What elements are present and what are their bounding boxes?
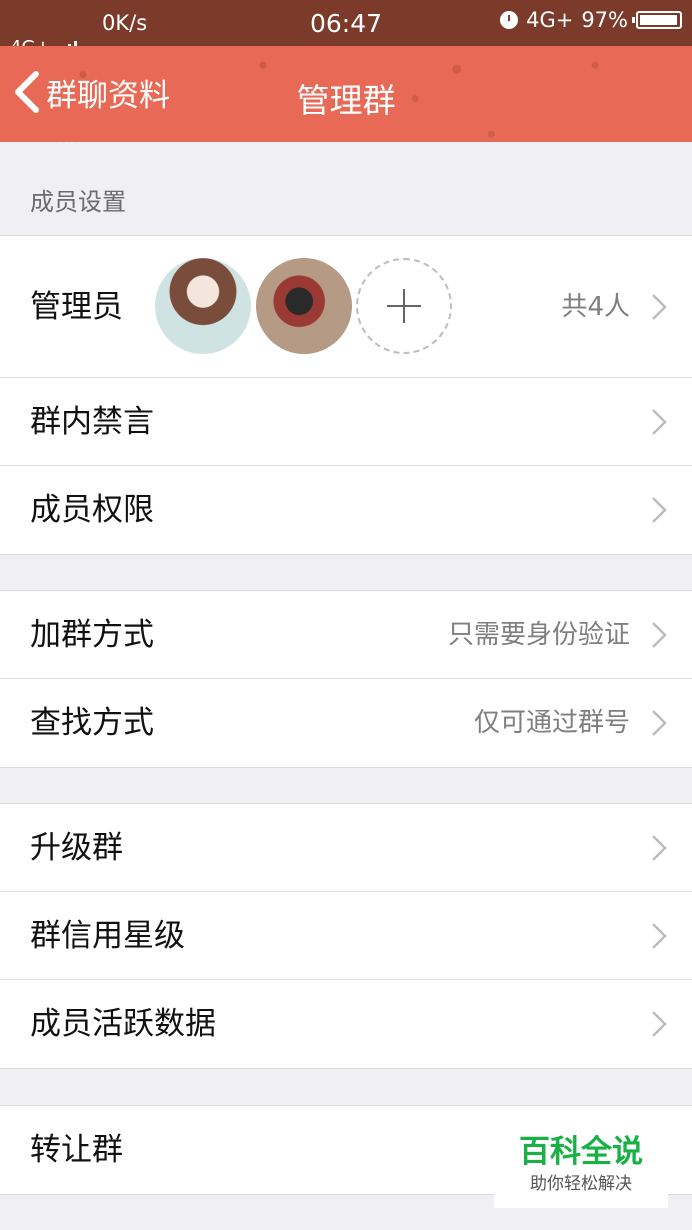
chevron-right-icon: [652, 835, 667, 861]
mute-row[interactable]: 群内禁言: [0, 378, 692, 466]
member-settings-group: 管理员 共4人 群内禁言 成员权限: [0, 235, 692, 555]
alarm-icon: [500, 11, 519, 29]
chevron-right-icon: [652, 622, 667, 648]
search-method-label: 查找方式: [30, 705, 154, 741]
upgrade-group: 升级群 群信用星级 成员活跃数据: [0, 803, 692, 1069]
chevron-right-icon: [652, 923, 667, 949]
admins-count: 共4人: [561, 292, 630, 322]
join-method-value: 只需要身份验证: [447, 620, 630, 650]
search-method-value: 仅可通过群号: [473, 708, 630, 738]
network-type-right: 4G+: [526, 8, 574, 32]
watermark-title: 百科全说: [519, 1134, 643, 1170]
admins-label: 管理员: [30, 289, 123, 325]
page-title: 管理群: [296, 81, 396, 120]
battery-percent: 97%: [581, 8, 628, 32]
credit-row[interactable]: 群信用星级: [0, 892, 692, 980]
battery-icon: [632, 11, 682, 29]
watermark: 百科全说 助你轻松解决: [494, 1130, 668, 1208]
activity-row[interactable]: 成员活跃数据: [0, 980, 692, 1068]
activity-label: 成员活跃数据: [30, 1006, 216, 1042]
join-method-row[interactable]: 加群方式 只需要身份验证: [0, 591, 692, 679]
mute-label: 群内禁言: [30, 404, 154, 440]
watermark-subtitle: 助你轻松解决: [530, 1174, 632, 1194]
chevron-right-icon: [652, 1011, 667, 1037]
join-method-label: 加群方式: [30, 617, 154, 653]
avatar[interactable]: [256, 258, 352, 354]
join-settings-group: 加群方式 只需要身份验证 查找方式 仅可通过群号: [0, 590, 692, 768]
status-bar: 4G+ 2G 0K/s 06:47 4G+ 97%: [0, 0, 692, 146]
avatar[interactable]: [155, 258, 251, 354]
navigation-bar: 群聊资料 管理群: [0, 46, 692, 142]
transfer-label: 转让群: [30, 1132, 123, 1168]
upgrade-row[interactable]: 升级群: [0, 804, 692, 892]
search-method-row[interactable]: 查找方式 仅可通过群号: [0, 679, 692, 767]
permissions-row[interactable]: 成员权限: [0, 466, 692, 554]
add-admin-button[interactable]: [356, 258, 452, 354]
section-label-member: 成员设置: [30, 188, 126, 216]
credit-label: 群信用星级: [30, 918, 185, 954]
battery-fill: [640, 15, 677, 25]
chevron-right-icon: [652, 497, 667, 523]
permissions-label: 成员权限: [30, 492, 154, 528]
status-right: 4G+ 97%: [500, 8, 682, 32]
admins-row[interactable]: 管理员 共4人: [0, 236, 692, 378]
chevron-right-icon: [652, 294, 667, 320]
chevron-right-icon: [652, 710, 667, 736]
upgrade-label: 升级群: [30, 830, 123, 866]
chevron-right-icon: [652, 409, 667, 435]
